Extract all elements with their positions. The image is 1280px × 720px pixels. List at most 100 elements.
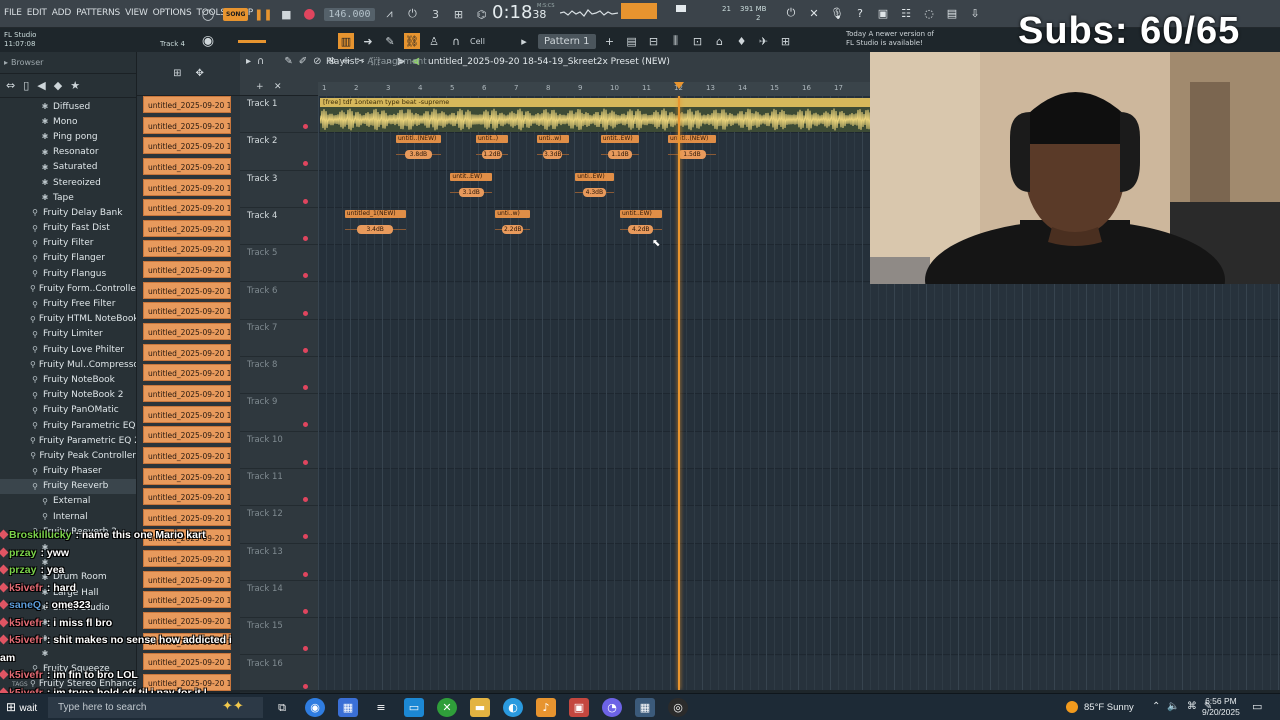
help-icon[interactable]: ? [851, 4, 869, 22]
browser-item[interactable]: ⚲ Fruity Flanger [0, 251, 136, 266]
save-icon[interactable]: ▣ [874, 4, 892, 22]
audio-clip[interactable]: untit..EW) 3.1dB [450, 172, 492, 207]
playlist-magnet-icon[interactable]: ∩ [257, 56, 264, 67]
clip-source-item[interactable]: untitled_2025-09-20 18- [143, 384, 231, 402]
tool-icon[interactable]: ✈ [756, 33, 772, 49]
mixer-view-icon[interactable]: ⫼ [668, 33, 684, 49]
menu-add[interactable]: ADD [52, 8, 72, 18]
track-header[interactable]: Track 6 [240, 283, 318, 320]
tempo-display[interactable]: 146.000 [324, 7, 375, 21]
clip-source-item[interactable]: untitled_2025-09-20 18- [143, 261, 231, 279]
clip-source-item[interactable]: untitled_2025-09-20 18- [143, 488, 231, 506]
browser-item[interactable]: ✱ Saturated [0, 160, 136, 175]
pause-icon[interactable]: ❚❚ [254, 6, 272, 22]
step-edit-icon[interactable]: ⊞ [451, 6, 467, 22]
track-mute-indicator[interactable] [303, 310, 308, 316]
add-track-icon[interactable]: + [256, 82, 264, 92]
clip-source-item[interactable]: untitled_2025-09-20 18- [143, 405, 231, 423]
clip-list-move-icon[interactable]: ✥ [196, 68, 204, 79]
browser-item[interactable]: ⚲ Fruity Parametric EQ 2 [0, 433, 136, 448]
clip-list-menu-icon[interactable]: ⊞ [173, 68, 181, 79]
clip-source-item[interactable]: untitled_2025-09-20 18- [143, 281, 231, 299]
calculator-icon[interactable]: ▦ [635, 698, 655, 717]
clip-source-item[interactable]: untitled_2025-09-20 18- [143, 240, 231, 258]
snap-select[interactable]: Cell [470, 37, 510, 46]
arrow-icon[interactable]: ➜ [360, 33, 376, 49]
plugin-icon[interactable]: ⌂ [712, 33, 728, 49]
browser-file-icon[interactable]: ▯ [23, 79, 29, 92]
track-mute-indicator[interactable] [303, 385, 308, 391]
track-mute-indicator[interactable] [303, 198, 308, 204]
track-header[interactable]: Track 1 [240, 96, 318, 134]
chat-icon[interactable]: ◌ [920, 4, 938, 22]
tune-icon[interactable]: ✕ [805, 4, 823, 22]
network-icon[interactable]: ⌘ [1187, 701, 1197, 712]
browser-item[interactable]: ⚲ Fruity Form..Controller [0, 281, 136, 296]
audio-clip[interactable]: untitled_1(NEW) 3.4dB [344, 209, 406, 244]
browser-item[interactable]: ⚲ Fruity Limiter [0, 327, 136, 342]
browser-item[interactable]: ⚲ Fruity Peak Controller [0, 448, 136, 463]
track-mute-indicator[interactable] [303, 534, 308, 540]
track-header[interactable]: Track 8 [240, 357, 318, 395]
chrome-icon[interactable]: ◉ [305, 698, 325, 717]
clip-source-item[interactable]: untitled_2025-09-20 18- [143, 219, 231, 237]
browser-speaker-icon[interactable]: ◀ [37, 79, 45, 92]
knob-icon[interactable]: ◉ [200, 33, 216, 49]
delete-tool-icon[interactable]: ⊘ [313, 56, 321, 67]
stamp-icon[interactable]: ♙ [426, 33, 442, 49]
channel-rack-icon[interactable]: ⊟ [646, 33, 662, 49]
track-mute-indicator[interactable] [303, 235, 308, 241]
edge-icon[interactable]: ◐ [503, 698, 523, 717]
link-icon[interactable]: ⛓ [404, 33, 420, 49]
clip-source-item[interactable]: untitled_2025-09-20 18- [143, 178, 231, 196]
close-track-icon[interactable]: ✕ [274, 82, 282, 92]
master-volume-slider[interactable] [238, 39, 266, 43]
audio-clip[interactable]: unti..w) 2.2dB [495, 209, 531, 244]
audio-clip[interactable]: untit..EW) 1.1dB [600, 135, 640, 169]
browser-item[interactable]: ⚲ Fruity HTML NoteBook [0, 312, 136, 327]
stop-icon[interactable]: ■ [278, 6, 294, 22]
track-mute-indicator[interactable] [303, 124, 308, 129]
browser-item[interactable]: ⚲ Fruity NoteBook [0, 372, 136, 387]
folder-icon[interactable]: ▬ [470, 698, 490, 717]
taskbar-clock[interactable]: 6:56 PM 9/20/2025 [1202, 696, 1240, 718]
track-mute-indicator[interactable] [303, 683, 308, 689]
browser-star-icon[interactable]: ★ [70, 79, 80, 92]
clip-source-item[interactable]: untitled_2025-09-20 18- [143, 323, 231, 341]
timeline-ruler[interactable]: 1 2 3 4 5 6 7 8 9 10 11 12 13 14 15 16 17 [318, 82, 870, 96]
track-header[interactable]: Track 3 [240, 171, 318, 208]
browser-item[interactable]: ✱ Tape [0, 190, 136, 205]
pattern-selector[interactable]: Pattern 1 [538, 33, 596, 49]
browser-item[interactable]: ⚲ Fruity Fast Dist [0, 221, 136, 236]
menu-view[interactable]: VIEW [125, 8, 148, 18]
browser-item[interactable]: ⚲ Fruity Parametric EQ [0, 418, 136, 433]
browser-item[interactable]: ⚲ Fruity Phaser [0, 464, 136, 479]
discord-icon[interactable]: ◔ [602, 698, 622, 717]
mixer-icon[interactable]: ☷ [897, 4, 915, 22]
clip-source-item[interactable]: untitled_2025-09-20 18- [143, 116, 231, 134]
track-mute-indicator[interactable] [303, 497, 308, 502]
track-mute-indicator[interactable] [303, 459, 308, 465]
browser-item[interactable]: ⚲ Fruity Filter [0, 236, 136, 251]
clip-source-item[interactable]: untitled_2025-09-20 18- [143, 508, 231, 526]
loop-icon[interactable]: ◯ [200, 6, 216, 22]
browser-item[interactable]: ⚲ External [0, 494, 136, 509]
browser-item[interactable]: ⚲ Fruity PanOMatic [0, 403, 136, 418]
clip-source-item[interactable]: untitled_2025-09-20 18- [143, 446, 231, 464]
playhead[interactable] [678, 96, 680, 690]
menu-file[interactable]: FILE [4, 8, 22, 18]
task-view-icon[interactable]: ⧉ [272, 698, 292, 717]
browser-item[interactable]: ⚲ Fruity Delay Bank [0, 205, 136, 220]
browser-item[interactable]: ✱ Resonator [0, 145, 136, 160]
track-header[interactable]: Track 4 [240, 208, 318, 246]
browser-view-icon[interactable]: ⊡ [690, 33, 706, 49]
clip-source-item[interactable]: untitled_2025-09-20 18- [143, 137, 231, 155]
browser-item[interactable]: ✱ Stereoized [0, 175, 136, 190]
obs-icon[interactable]: ◎ [668, 698, 688, 717]
menu-options[interactable]: OPTIONS [153, 8, 192, 18]
clip-source-item[interactable]: untitled_2025-09-20 18- [143, 96, 231, 113]
track-mute-indicator[interactable] [303, 273, 308, 279]
pattern-add-icon[interactable]: + [602, 33, 618, 49]
browser-item[interactable]: ⚲ Fruity Mul..Compressor [0, 357, 136, 372]
weather-widget[interactable]: 85°F Sunny [1066, 701, 1134, 713]
